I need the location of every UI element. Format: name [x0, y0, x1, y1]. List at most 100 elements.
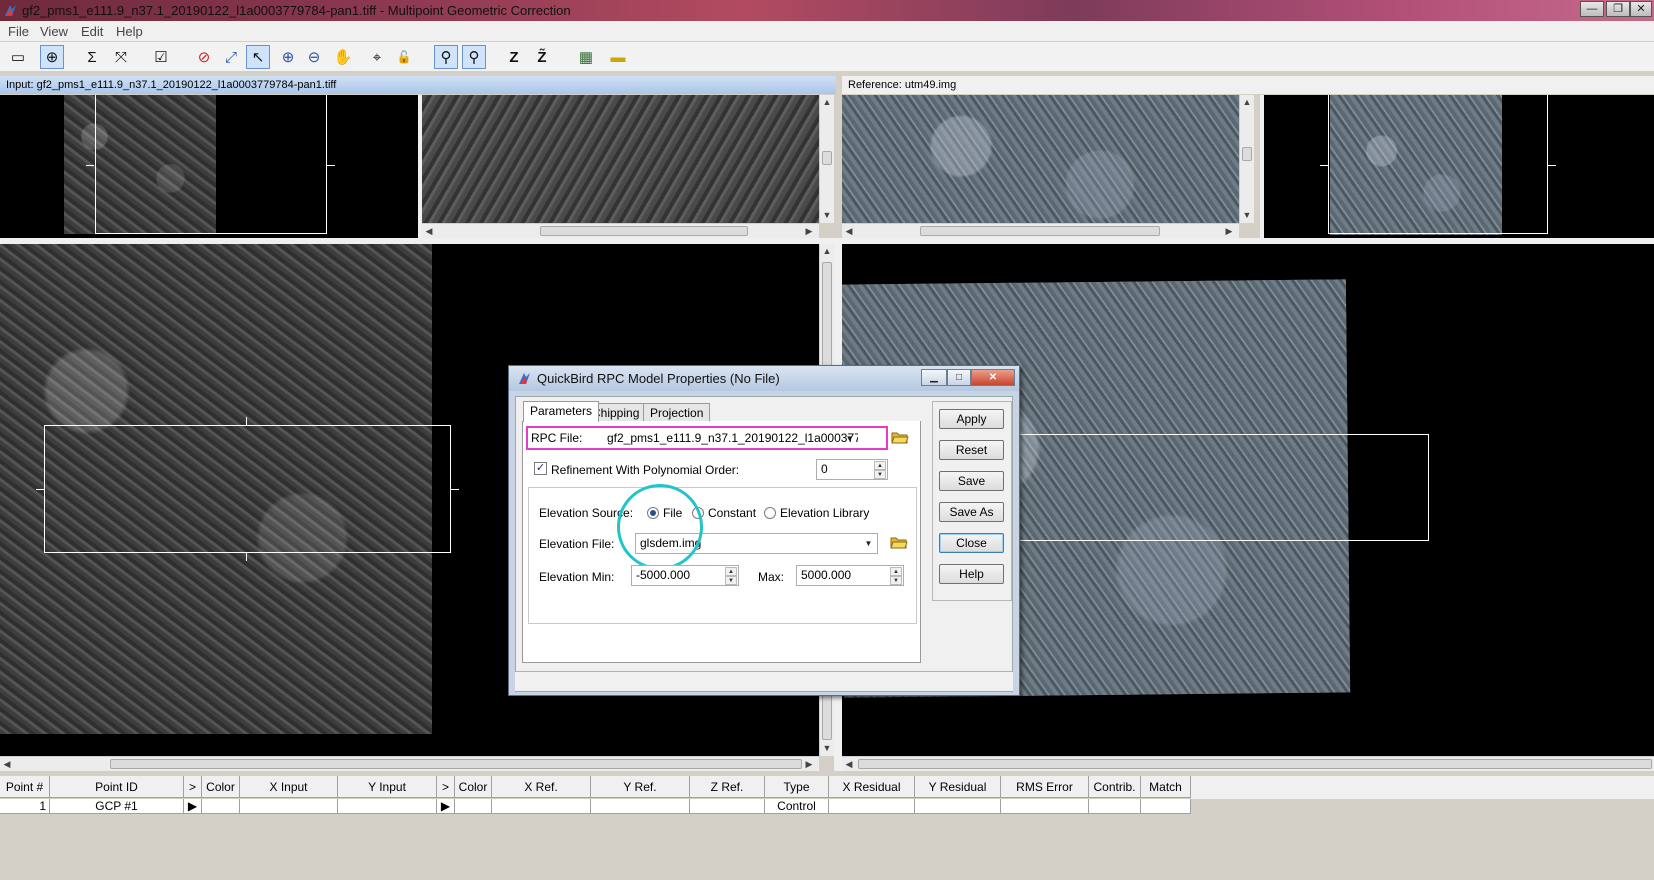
z-update-icon[interactable]: Z̃	[530, 45, 554, 69]
elevation-source-library-label[interactable]: Elevation Library	[780, 506, 869, 520]
spin-up-icon[interactable]: ▲	[874, 461, 886, 470]
col-header-point-number[interactable]: Point #	[0, 776, 50, 798]
spin-down-icon[interactable]: ▼	[890, 576, 902, 585]
scroll-up-arrow[interactable]: ▲	[1240, 95, 1254, 109]
cell-color[interactable]	[455, 799, 492, 814]
input-overview-view[interactable]	[0, 95, 420, 238]
refinement-checkbox[interactable]: ✓	[534, 462, 547, 475]
menu-help[interactable]: Help	[116, 24, 143, 39]
tab-projection[interactable]: Projection	[643, 403, 711, 422]
dialog-titlebar[interactable]: QuickBird RPC Model Properties (No File)…	[509, 366, 1019, 391]
chevron-down-icon[interactable]: ▼	[862, 536, 875, 551]
scroll-thumb[interactable]	[540, 226, 748, 236]
reset-grid-icon[interactable]: ▦	[574, 45, 598, 69]
reference-magnifier-view[interactable]	[842, 95, 1239, 223]
binoculars-down-icon[interactable]: ⚲	[462, 45, 486, 69]
col-header-point-id[interactable]: Point ID	[50, 776, 184, 798]
dialog-close-icon[interactable]: ✕	[971, 369, 1015, 386]
col-header-y-ref[interactable]: Y Ref.	[591, 776, 690, 798]
cell-x-input[interactable]	[240, 799, 338, 814]
reference-magnifier-hscroll[interactable]: ◀ ▶	[842, 223, 1239, 238]
cell-y-residual[interactable]	[915, 799, 1001, 814]
minimize-button[interactable]: —	[1580, 1, 1604, 17]
tab-parameters[interactable]: Parameters	[523, 401, 600, 422]
folder-open-icon[interactable]	[890, 534, 908, 550]
cell-y-ref[interactable]	[591, 799, 690, 814]
cell-contrib[interactable]	[1089, 799, 1141, 814]
close-button[interactable]: Close	[939, 533, 1004, 553]
pointer-icon[interactable]: ↖	[246, 45, 270, 69]
menu-edit[interactable]: Edit	[81, 24, 103, 39]
col-header-x-ref[interactable]: X Ref.	[492, 776, 591, 798]
geo-link-icon[interactable]: ⊕	[40, 45, 64, 69]
spin-up-icon[interactable]: ▲	[890, 567, 902, 576]
ruler-icon[interactable]: ▬	[606, 45, 630, 69]
elevation-max-stepper[interactable]: 5000.000 ▲ ▼	[796, 565, 904, 586]
dialog-minimize-button[interactable]: ▁	[921, 369, 947, 386]
col-header-y-residual[interactable]: Y Residual	[915, 776, 1001, 798]
input-magnifier-vscroll[interactable]: ▲ ▼	[819, 95, 834, 223]
elevation-source-constant-label[interactable]: Constant	[708, 506, 756, 520]
scroll-left-arrow[interactable]: ◀	[842, 757, 856, 771]
pan-hand-icon[interactable]: ✋	[331, 45, 355, 69]
col-header-x-input[interactable]: X Input	[240, 776, 338, 798]
sigma-icon[interactable]: Σ	[80, 45, 104, 69]
chevron-down-icon[interactable]: ▼	[843, 431, 856, 446]
reference-main-hscroll[interactable]: ◀	[842, 756, 1654, 771]
input-magnifier-hscroll[interactable]: ◀ ▶	[422, 223, 819, 238]
scroll-thumb[interactable]	[1242, 147, 1252, 161]
scroll-right-arrow[interactable]: ▶	[802, 757, 816, 771]
scroll-thumb[interactable]	[920, 226, 1160, 236]
col-header-z-ref[interactable]: Z Ref.	[690, 776, 765, 798]
lock-icon[interactable]: 🔓	[392, 45, 416, 69]
refinement-order-stepper[interactable]: 0 ▲ ▼	[816, 459, 888, 480]
scroll-right-arrow[interactable]: ▶	[802, 224, 816, 238]
display-icon[interactable]: ▭	[6, 45, 30, 69]
save-button[interactable]: Save	[939, 471, 1004, 491]
menu-file[interactable]: File	[8, 24, 29, 39]
scroll-thumb[interactable]	[822, 151, 832, 165]
cell-match[interactable]	[1141, 799, 1191, 814]
dialog-maximize-button[interactable]: □	[947, 369, 971, 386]
apply-button[interactable]: Apply	[939, 409, 1004, 429]
overview-link-box[interactable]	[95, 95, 327, 234]
col-header-y-input[interactable]: Y Input	[338, 776, 437, 798]
col-header-x-residual[interactable]: X Residual	[829, 776, 915, 798]
col-header-rms-error[interactable]: RMS Error	[1001, 776, 1089, 798]
menu-view[interactable]: View	[40, 24, 68, 39]
help-button[interactable]: Help	[939, 564, 1004, 584]
elevation-source-library-radio[interactable]	[764, 507, 776, 519]
input-magnifier-view[interactable]	[422, 95, 819, 223]
scroll-left-arrow[interactable]: ◀	[842, 224, 856, 238]
zoom-extent-icon[interactable]: ⤢	[219, 45, 243, 69]
spin-up-icon[interactable]: ▲	[725, 567, 737, 576]
scroll-up-arrow[interactable]: ▲	[820, 95, 834, 109]
zoom-out-icon[interactable]: ⊖	[302, 45, 326, 69]
col-header-color[interactable]: Color	[202, 776, 240, 798]
input-main-hscroll[interactable]: ◀ ▶	[0, 756, 819, 771]
cell-arrow-icon[interactable]: ▶	[437, 799, 455, 814]
scroll-left-arrow[interactable]: ◀	[422, 224, 436, 238]
scroll-up-arrow[interactable]: ▲	[820, 244, 834, 258]
scroll-right-arrow[interactable]: ▶	[1222, 224, 1236, 238]
reset-button[interactable]: Reset	[939, 440, 1004, 460]
scramble-icon[interactable]: ⤧	[109, 45, 133, 69]
cell-y-input[interactable]	[338, 799, 437, 814]
elevation-min-stepper[interactable]: -5000.000 ▲ ▼	[631, 565, 739, 586]
cell-x-residual[interactable]	[829, 799, 915, 814]
close-window-button[interactable]: ✕	[1630, 1, 1652, 17]
scroll-down-arrow[interactable]: ▼	[1240, 208, 1254, 222]
reference-magnifier-vscroll[interactable]: ▲ ▼	[1239, 95, 1254, 223]
crosshair-icon[interactable]: ⌖	[365, 45, 389, 69]
scroll-left-arrow[interactable]: ◀	[0, 757, 14, 771]
col-header-arrow[interactable]: >	[437, 776, 455, 798]
cell-color[interactable]	[202, 799, 240, 814]
spin-down-icon[interactable]: ▼	[725, 576, 737, 585]
main-link-box[interactable]	[1012, 434, 1429, 541]
zoom-in-icon[interactable]: ⊕	[276, 45, 300, 69]
scroll-down-arrow[interactable]: ▼	[820, 741, 834, 755]
scroll-thumb[interactable]	[110, 759, 802, 769]
binoculars-icon[interactable]: ⚲	[434, 45, 458, 69]
cell-z-ref[interactable]	[690, 799, 765, 814]
col-header-contrib[interactable]: Contrib.	[1089, 776, 1141, 798]
